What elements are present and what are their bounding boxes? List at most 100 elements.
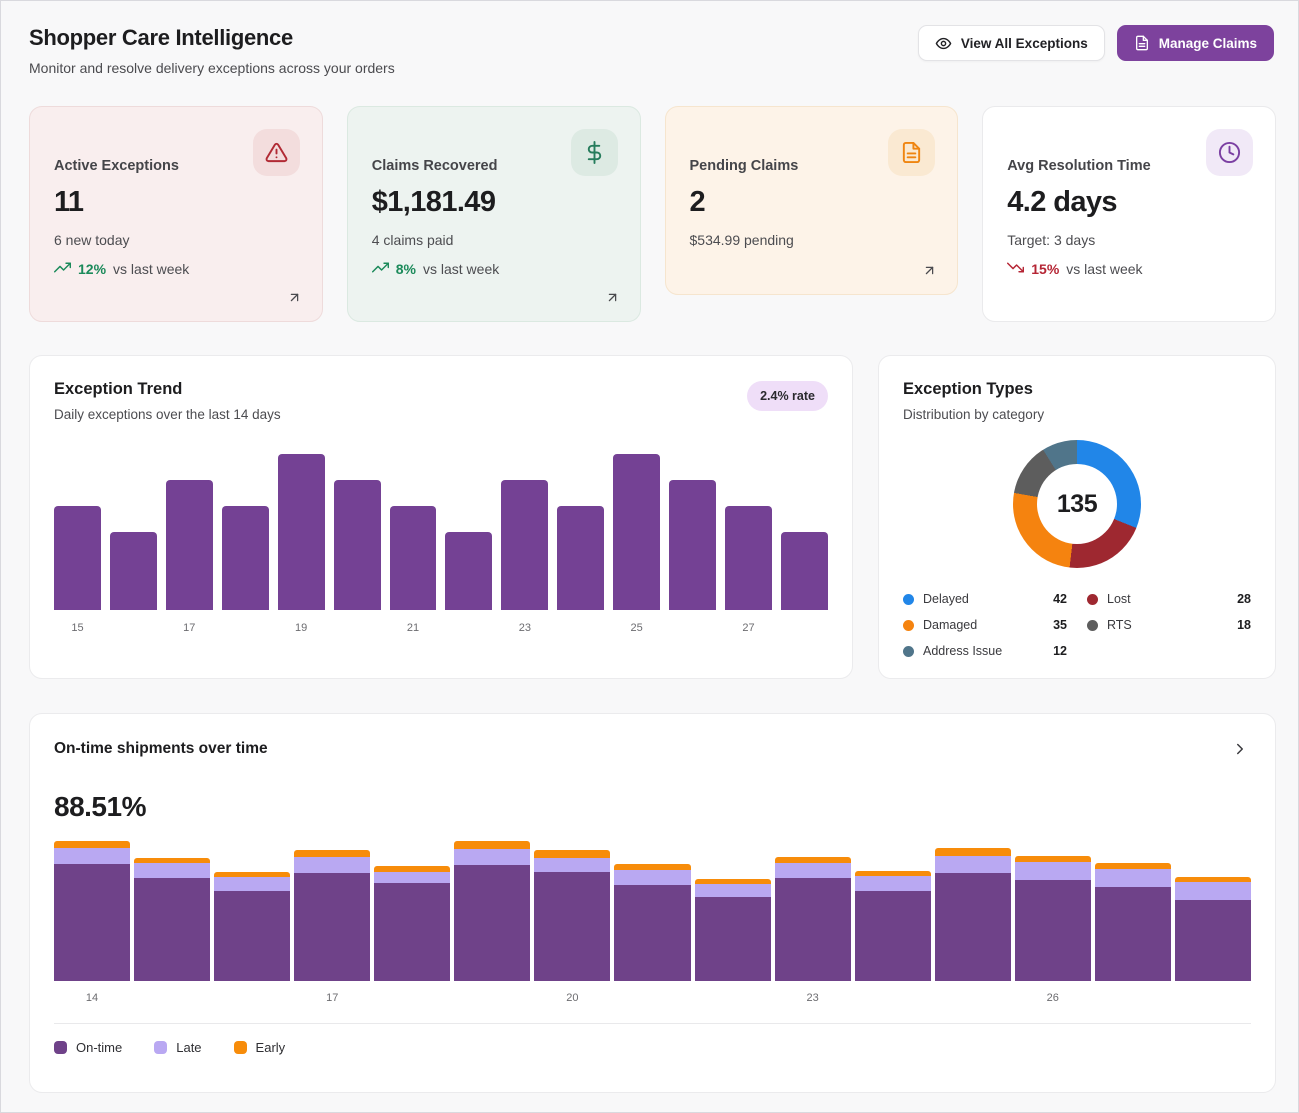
arrow-up-right-icon[interactable]	[603, 288, 622, 307]
kpi-value: 2	[690, 186, 934, 219]
stacked-bar	[454, 841, 530, 981]
legend-label: RTS	[1107, 618, 1132, 632]
legend-swatch	[54, 1041, 67, 1054]
trend-bar	[110, 532, 157, 610]
page-title: Shopper Care Intelligence	[29, 25, 395, 51]
legend-label: Lost	[1107, 592, 1131, 606]
header-actions: View All Exceptions Manage Claims	[918, 25, 1276, 61]
kpi-subtext: 4 claims paid	[372, 232, 616, 248]
arrow-up-right-icon[interactable]	[920, 261, 939, 280]
kpi-trend-suffix: vs last week	[1066, 261, 1142, 277]
stacked-bar	[54, 841, 130, 981]
ontime-rate-value: 88.51%	[54, 791, 1251, 823]
x-tick-label: 17	[166, 622, 213, 634]
legend-divider	[54, 1023, 1251, 1024]
x-tick-label	[374, 992, 450, 1004]
legend-label: Damaged	[923, 618, 977, 632]
x-tick-label: 15	[54, 622, 101, 634]
x-tick-label	[781, 622, 828, 634]
segment-late	[1015, 862, 1091, 880]
segment-on-time	[1015, 880, 1091, 981]
trending-up-icon	[54, 259, 71, 279]
trend-bar	[445, 532, 492, 610]
kpi-card-pending-claims[interactable]: Pending Claims 2 $534.99 pending	[665, 106, 959, 295]
kpi-card-claims-recovered[interactable]: Claims Recovered $1,181.49 4 claims paid…	[347, 106, 641, 322]
ontime-card-title: On-time shipments over time	[54, 740, 268, 758]
trend-bar	[501, 480, 548, 610]
view-all-exceptions-label: View All Exceptions	[961, 36, 1088, 51]
eye-icon	[935, 35, 952, 52]
segment-late	[54, 848, 130, 864]
stacked-bar	[775, 841, 851, 981]
donut-center-total: 135	[1037, 464, 1117, 544]
kpi-subtext: 6 new today	[54, 232, 298, 248]
rate-badge: 2.4% rate	[747, 381, 828, 411]
legend-label: Early	[256, 1040, 286, 1055]
segment-on-time	[374, 883, 450, 981]
legend-value: 42	[1053, 592, 1067, 606]
kpi-row: Active Exceptions 11 6 new today 12% vs …	[29, 106, 1276, 322]
legend-item: Late	[154, 1040, 201, 1055]
kpi-value: 11	[54, 186, 298, 219]
chevron-right-icon[interactable]	[1229, 738, 1251, 760]
kpi-trend-pct: 12%	[78, 261, 106, 277]
segment-on-time	[1175, 900, 1251, 981]
x-tick-label: 14	[54, 992, 130, 1004]
kpi-subtext: Target: 3 days	[1007, 232, 1251, 248]
exception-trend-bars	[54, 454, 828, 610]
view-all-exceptions-button[interactable]: View All Exceptions	[918, 25, 1105, 61]
segment-early	[54, 841, 130, 848]
page-header: Shopper Care Intelligence Monitor and re…	[29, 25, 1276, 76]
kpi-card-active-exceptions[interactable]: Active Exceptions 11 6 new today 12% vs …	[29, 106, 323, 322]
trend-bar	[781, 532, 828, 610]
x-tick-label: 20	[534, 992, 610, 1004]
segment-on-time	[294, 873, 370, 981]
dollar-sign-icon	[571, 129, 618, 176]
exception-trend-card: Exception Trend Daily exceptions over th…	[29, 355, 853, 679]
stacked-bar	[374, 841, 450, 981]
x-tick-label	[557, 622, 604, 634]
trend-bar	[166, 480, 213, 610]
manage-claims-button[interactable]: Manage Claims	[1117, 25, 1274, 61]
file-text-icon	[888, 129, 935, 176]
arrow-up-right-icon[interactable]	[285, 288, 304, 307]
kpi-trend-suffix: vs last week	[113, 261, 189, 277]
stacked-bar	[214, 841, 290, 981]
kpi-card-avg-resolution-time[interactable]: Avg Resolution Time 4.2 days Target: 3 d…	[982, 106, 1276, 322]
ontime-legend: On-timeLateEarly	[54, 1040, 1251, 1055]
segment-late	[374, 872, 450, 883]
legend-value: 28	[1237, 592, 1251, 606]
page-subtitle: Monitor and resolve delivery exceptions …	[29, 60, 395, 76]
legend-value: 35	[1053, 618, 1067, 632]
segment-late	[614, 870, 690, 885]
segment-early	[294, 850, 370, 857]
stacked-bar	[134, 841, 210, 981]
legend-swatch	[154, 1041, 167, 1054]
exception-types-donut: 135	[1013, 440, 1141, 568]
segment-late	[1095, 869, 1171, 887]
x-tick-label: 23	[501, 622, 548, 634]
trend-bar	[334, 480, 381, 610]
segment-early	[935, 848, 1011, 856]
segment-on-time	[1095, 887, 1171, 981]
trend-bar	[725, 506, 772, 610]
x-tick-label	[614, 992, 690, 1004]
x-tick-label	[855, 992, 931, 1004]
legend-dot	[903, 620, 914, 631]
legend-item: Early	[234, 1040, 286, 1055]
x-tick-label	[454, 992, 530, 1004]
x-tick-label: 21	[390, 622, 437, 634]
legend-label: Delayed	[923, 592, 969, 606]
stacked-bar	[614, 841, 690, 981]
legend-dot	[903, 594, 914, 605]
ontime-shipments-card: On-time shipments over time 88.51% 14172…	[29, 713, 1276, 1093]
legend-value: 18	[1237, 618, 1251, 632]
stacked-bar	[294, 841, 370, 981]
alert-triangle-icon	[253, 129, 300, 176]
kpi-trend-pct: 15%	[1031, 261, 1059, 277]
kpi-trend-pct: 8%	[396, 261, 416, 277]
trend-bar	[222, 506, 269, 610]
trending-down-icon	[1007, 259, 1024, 279]
segment-late	[1175, 882, 1251, 900]
legend-item: Lost 28	[1087, 592, 1251, 606]
